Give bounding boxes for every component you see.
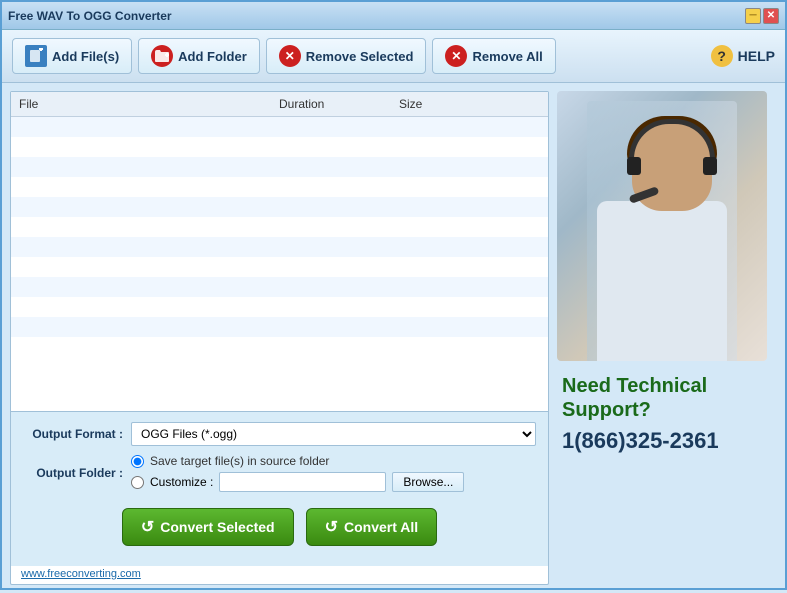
main-content: File Duration Size Outpu <box>2 83 785 593</box>
add-folder-button[interactable]: Add Folder <box>138 38 260 74</box>
table-row <box>11 137 548 157</box>
shirt <box>597 201 727 361</box>
add-files-button[interactable]: Add File(s) <box>12 38 132 74</box>
help-label: HELP <box>738 48 775 64</box>
output-folder-options: Save target file(s) in source folder Cus… <box>131 454 464 492</box>
table-row <box>11 117 548 137</box>
customize-label: Customize : <box>150 475 213 489</box>
table-row <box>11 337 548 357</box>
col-header-duration: Duration <box>271 95 391 113</box>
customize-input[interactable] <box>219 472 386 492</box>
table-row <box>11 257 548 277</box>
right-panel: Need Technical Support? 1(866)325-2361 <box>557 91 777 585</box>
add-folder-icon <box>151 45 173 67</box>
remove-selected-icon: ✕ <box>279 45 301 67</box>
remove-all-button[interactable]: ✕ Remove All <box>432 38 555 74</box>
table-row <box>11 317 548 337</box>
convert-all-icon: ↺ <box>325 517 338 537</box>
format-select[interactable]: OGG Files (*.ogg) MP3 Files (*.mp3) FLAC… <box>131 422 536 446</box>
table-row <box>11 277 548 297</box>
table-row <box>11 177 548 197</box>
convert-selected-icon: ↺ <box>141 517 154 537</box>
table-row <box>11 197 548 217</box>
convert-selected-label: Convert Selected <box>160 519 274 535</box>
customize-radio[interactable] <box>131 476 144 489</box>
remove-selected-button[interactable]: ✕ Remove Selected <box>266 38 427 74</box>
help-icon: ? <box>711 45 733 67</box>
support-phone: 1(866)325-2361 <box>562 428 772 454</box>
table-body[interactable] <box>11 117 548 357</box>
table-row <box>11 237 548 257</box>
help-button[interactable]: ? HELP <box>711 45 775 67</box>
output-format-row: Output Format : OGG Files (*.ogg) MP3 Fi… <box>23 422 536 446</box>
add-files-icon <box>25 45 47 67</box>
output-format-label: Output Format : <box>23 427 123 441</box>
add-folder-label: Add Folder <box>178 49 247 64</box>
output-folder-label: Output Folder : <box>23 466 123 480</box>
file-table: File Duration Size <box>11 92 548 411</box>
support-heading: Need Technical Support? <box>562 374 772 422</box>
remove-selected-label: Remove Selected <box>306 49 414 64</box>
minimize-button[interactable]: ─ <box>745 8 761 24</box>
title-bar: Free WAV To OGG Converter ─ ✕ <box>2 2 785 30</box>
support-image <box>557 91 767 361</box>
add-files-label: Add File(s) <box>52 49 119 64</box>
remove-all-label: Remove All <box>472 49 542 64</box>
table-row <box>11 297 548 317</box>
toolbar: Add File(s) Add Folder ✕ Remove Selected… <box>2 30 785 83</box>
save-source-row: Save target file(s) in source folder <box>131 454 464 468</box>
table-row <box>11 217 548 237</box>
customize-row: Customize : Browse... <box>131 472 464 492</box>
left-panel: File Duration Size Outpu <box>10 91 549 585</box>
person-figure <box>577 101 747 361</box>
col-header-size: Size <box>391 95 511 113</box>
close-button[interactable]: ✕ <box>763 8 779 24</box>
support-text: Need Technical Support? 1(866)325-2361 <box>557 369 777 459</box>
browse-button[interactable]: Browse... <box>392 472 464 492</box>
convert-selected-button[interactable]: ↺ Convert Selected <box>122 508 294 546</box>
output-folder-row: Output Folder : Save target file(s) in s… <box>23 454 536 492</box>
save-source-radio[interactable] <box>131 455 144 468</box>
convert-all-button[interactable]: ↺ Convert All <box>306 508 438 546</box>
settings-panel: Output Format : OGG Files (*.ogg) MP3 Fi… <box>11 411 548 566</box>
convert-all-label: Convert All <box>344 519 418 535</box>
remove-all-icon: ✕ <box>445 45 467 67</box>
table-row <box>11 157 548 177</box>
table-header: File Duration Size <box>11 92 548 117</box>
col-header-file: File <box>11 95 271 113</box>
window-controls: ─ ✕ <box>745 8 779 24</box>
convert-row: ↺ Convert Selected ↺ Convert All <box>23 500 536 556</box>
app-title: Free WAV To OGG Converter <box>8 9 172 23</box>
save-source-label: Save target file(s) in source folder <box>150 454 329 468</box>
footer-link[interactable]: www.freeconverting.com <box>11 566 548 584</box>
